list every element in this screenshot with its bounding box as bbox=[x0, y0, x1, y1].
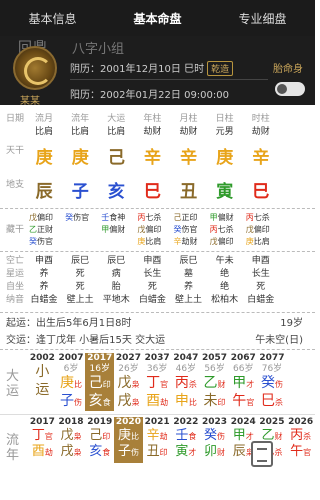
taiming-label: 胎命身 bbox=[273, 64, 303, 75]
watermark-text: 八字小组 bbox=[72, 42, 125, 57]
jiaoyun-row: 交运：逢丁戊年 小暑后15天 交大运 午未空(日) bbox=[6, 335, 303, 346]
dizhi-char[interactable]: 辰 bbox=[26, 177, 62, 202]
tiangan-char[interactable]: 辛 bbox=[134, 143, 170, 168]
tab-pro-chart[interactable]: 专业细盘 bbox=[210, 10, 315, 27]
canggan-cell: 壬食神 甲偏财 bbox=[101, 213, 126, 234]
shishen-label: 比肩 bbox=[71, 127, 90, 137]
tiangan-char[interactable]: 辛 bbox=[171, 143, 207, 168]
taiming-toggle[interactable] bbox=[275, 82, 305, 96]
tiangan-char[interactable]: 己 bbox=[98, 143, 134, 168]
tab-basic-info[interactable]: 基本信息 bbox=[0, 10, 105, 27]
shensha-cell: 申酉 长生死白蜡金 bbox=[138, 256, 166, 305]
liunian-label: 流年 bbox=[6, 433, 20, 463]
pillar-header: 大运 bbox=[107, 114, 126, 124]
pillar-header: 年柱 bbox=[143, 114, 162, 124]
shensha-cell: 辰巳病胎平地木 bbox=[102, 256, 130, 305]
dayun-cell[interactable]: 2067 66岁 甲才 午官 bbox=[229, 353, 258, 411]
liunian-cell[interactable]: 2019 己印 亥食 bbox=[85, 417, 114, 463]
tiangan-label: 天干 bbox=[6, 146, 25, 156]
dayun-cell[interactable]: 2047 46岁 丙杀 申比 bbox=[172, 353, 201, 411]
liunian-cell[interactable]: 2017 丁官 酉劫 bbox=[28, 417, 57, 463]
shensha-cell: 午未绝绝松柏木 bbox=[211, 256, 239, 305]
liunian-cell[interactable]: 2023 癸伤 卯财 bbox=[200, 417, 229, 463]
avatar[interactable] bbox=[13, 46, 57, 90]
dayun-cell[interactable]: 2037 36岁 丁官 酉劫 bbox=[143, 353, 172, 411]
pillar-header: 月柱 bbox=[179, 114, 198, 124]
shensha-cell: 辰巳墓养壁上土 bbox=[175, 256, 203, 305]
shensha-cell: 申酉 长生死白蜡金 bbox=[247, 256, 275, 305]
row-label: 日期 bbox=[6, 114, 25, 124]
notes-icon[interactable] bbox=[251, 441, 273, 467]
tiangan-char[interactable]: 庚 bbox=[26, 143, 62, 168]
lunar-date: 阴历：2001年12月10日 巳时 乾造 bbox=[70, 60, 268, 80]
shishen-label: 劫财 bbox=[179, 127, 198, 137]
dayun-cell[interactable]: 2077 76岁 癸伤 巳杀 bbox=[258, 353, 287, 411]
liunian-cell[interactable]: 2018 戊枭 戌枭 bbox=[57, 417, 86, 463]
qiyun-row: 起运：出生后5年6月1日8时 19岁 bbox=[6, 318, 303, 329]
shishen-label: 劫财 bbox=[251, 127, 270, 137]
solar-date: 阳历：2002年01月22日 09:00:00 bbox=[70, 90, 229, 101]
liunian-cell[interactable]: 2026 丙杀 午官 bbox=[286, 417, 315, 463]
dizhi-char[interactable]: 寅 bbox=[207, 177, 243, 202]
pillar-header: 时柱 bbox=[251, 114, 270, 124]
dayun-label: 大运 bbox=[6, 369, 20, 399]
user-name: 某某 bbox=[20, 96, 40, 107]
dayun-cell[interactable]: 2057 56岁 乙财 未印 bbox=[200, 353, 229, 411]
shishen-label: 比肩 bbox=[107, 127, 126, 137]
tab-basic-chart[interactable]: 基本命盘 bbox=[105, 10, 210, 27]
canggan-cell: 癸伤官 bbox=[65, 213, 90, 222]
dayun-table: 大运 2002 小运 2007 6岁 庚比 子伤 2017 16岁 己印 亥食 2027 26岁 戊枭 戌枭… bbox=[0, 349, 315, 411]
shensha-cell: 申酉养养白蜡金 bbox=[30, 256, 58, 305]
dizhi-char[interactable]: 巳 bbox=[243, 177, 279, 202]
tiangan-char[interactable]: 庚 bbox=[62, 143, 98, 168]
pillars-table: 日期 流月 流年 大运 年柱 月柱 日柱 时柱 比肩 比肩 比肩 劫财 劫财 元男 劫财 天干庚庚己辛辛庚辛地… bbox=[0, 105, 315, 310]
dayun-cell[interactable]: 2002 小运 bbox=[28, 353, 57, 411]
shishen-label: 劫财 bbox=[143, 127, 162, 137]
tiangan-char[interactable]: 庚 bbox=[207, 143, 243, 168]
dayun-cell[interactable]: 2027 26岁 戊枭 戌枭 bbox=[114, 353, 143, 411]
dayun-cell[interactable]: 2017 16岁 己印 亥食 bbox=[85, 353, 115, 411]
dizhi-char[interactable]: 亥 bbox=[98, 177, 134, 202]
canggan-cell: 戊偏印 乙正财 癸伤官 bbox=[29, 213, 53, 246]
pillar-header: 流月 bbox=[35, 114, 54, 124]
dizhi-char[interactable]: 丑 bbox=[171, 177, 207, 202]
info-section: 起运：出生后5年6月1日8时 19岁 交运：逢丁戊年 小暑后15天 交大运 午未空(… bbox=[0, 312, 315, 347]
canggan-cell: 己正印 癸伤官 辛劫财 bbox=[173, 213, 198, 246]
canggan-cell: 甲偏财 丙七杀 戊偏印 bbox=[209, 213, 234, 246]
gender-badge: 乾造 bbox=[207, 61, 234, 76]
dizhi-label: 地支 bbox=[6, 180, 25, 190]
canggan-cell: 丙七杀 戊偏印 庚比肩 bbox=[245, 213, 270, 246]
profile-header: 回鼎 八字小组 某某 阴历：2001年12月10日 巳时乾造 阳历：2002年0… bbox=[0, 36, 315, 107]
kongwang-label: 空亡 星运 自坐 纳音 bbox=[6, 256, 25, 305]
canggan-label: 藏干 bbox=[6, 225, 25, 235]
shensha-cell: 辰巳死死壁上土 bbox=[66, 256, 94, 305]
pillar-header: 流年 bbox=[71, 114, 90, 124]
tiangan-char[interactable]: 辛 bbox=[243, 143, 279, 168]
liunian-cell[interactable]: 2020 庚比 子伤 bbox=[114, 417, 143, 463]
dizhi-char[interactable]: 巳 bbox=[134, 177, 170, 202]
tab-bar: 基本信息 基本命盘 专业细盘 bbox=[0, 0, 315, 36]
pillar-header: 日柱 bbox=[215, 114, 234, 124]
liunian-cell[interactable]: 2022 壬食 寅才 bbox=[172, 417, 201, 463]
liunian-cell[interactable]: 2021 辛劫 丑印 bbox=[143, 417, 172, 463]
canggan-cell: 丙七杀 戊偏印 庚比肩 bbox=[137, 213, 162, 246]
dizhi-char[interactable]: 子 bbox=[62, 177, 98, 202]
shishen-label: 比肩 bbox=[35, 127, 54, 137]
shishen-label: 元男 bbox=[215, 127, 234, 137]
dayun-cell[interactable]: 2007 6岁 庚比 子伤 bbox=[57, 353, 86, 411]
